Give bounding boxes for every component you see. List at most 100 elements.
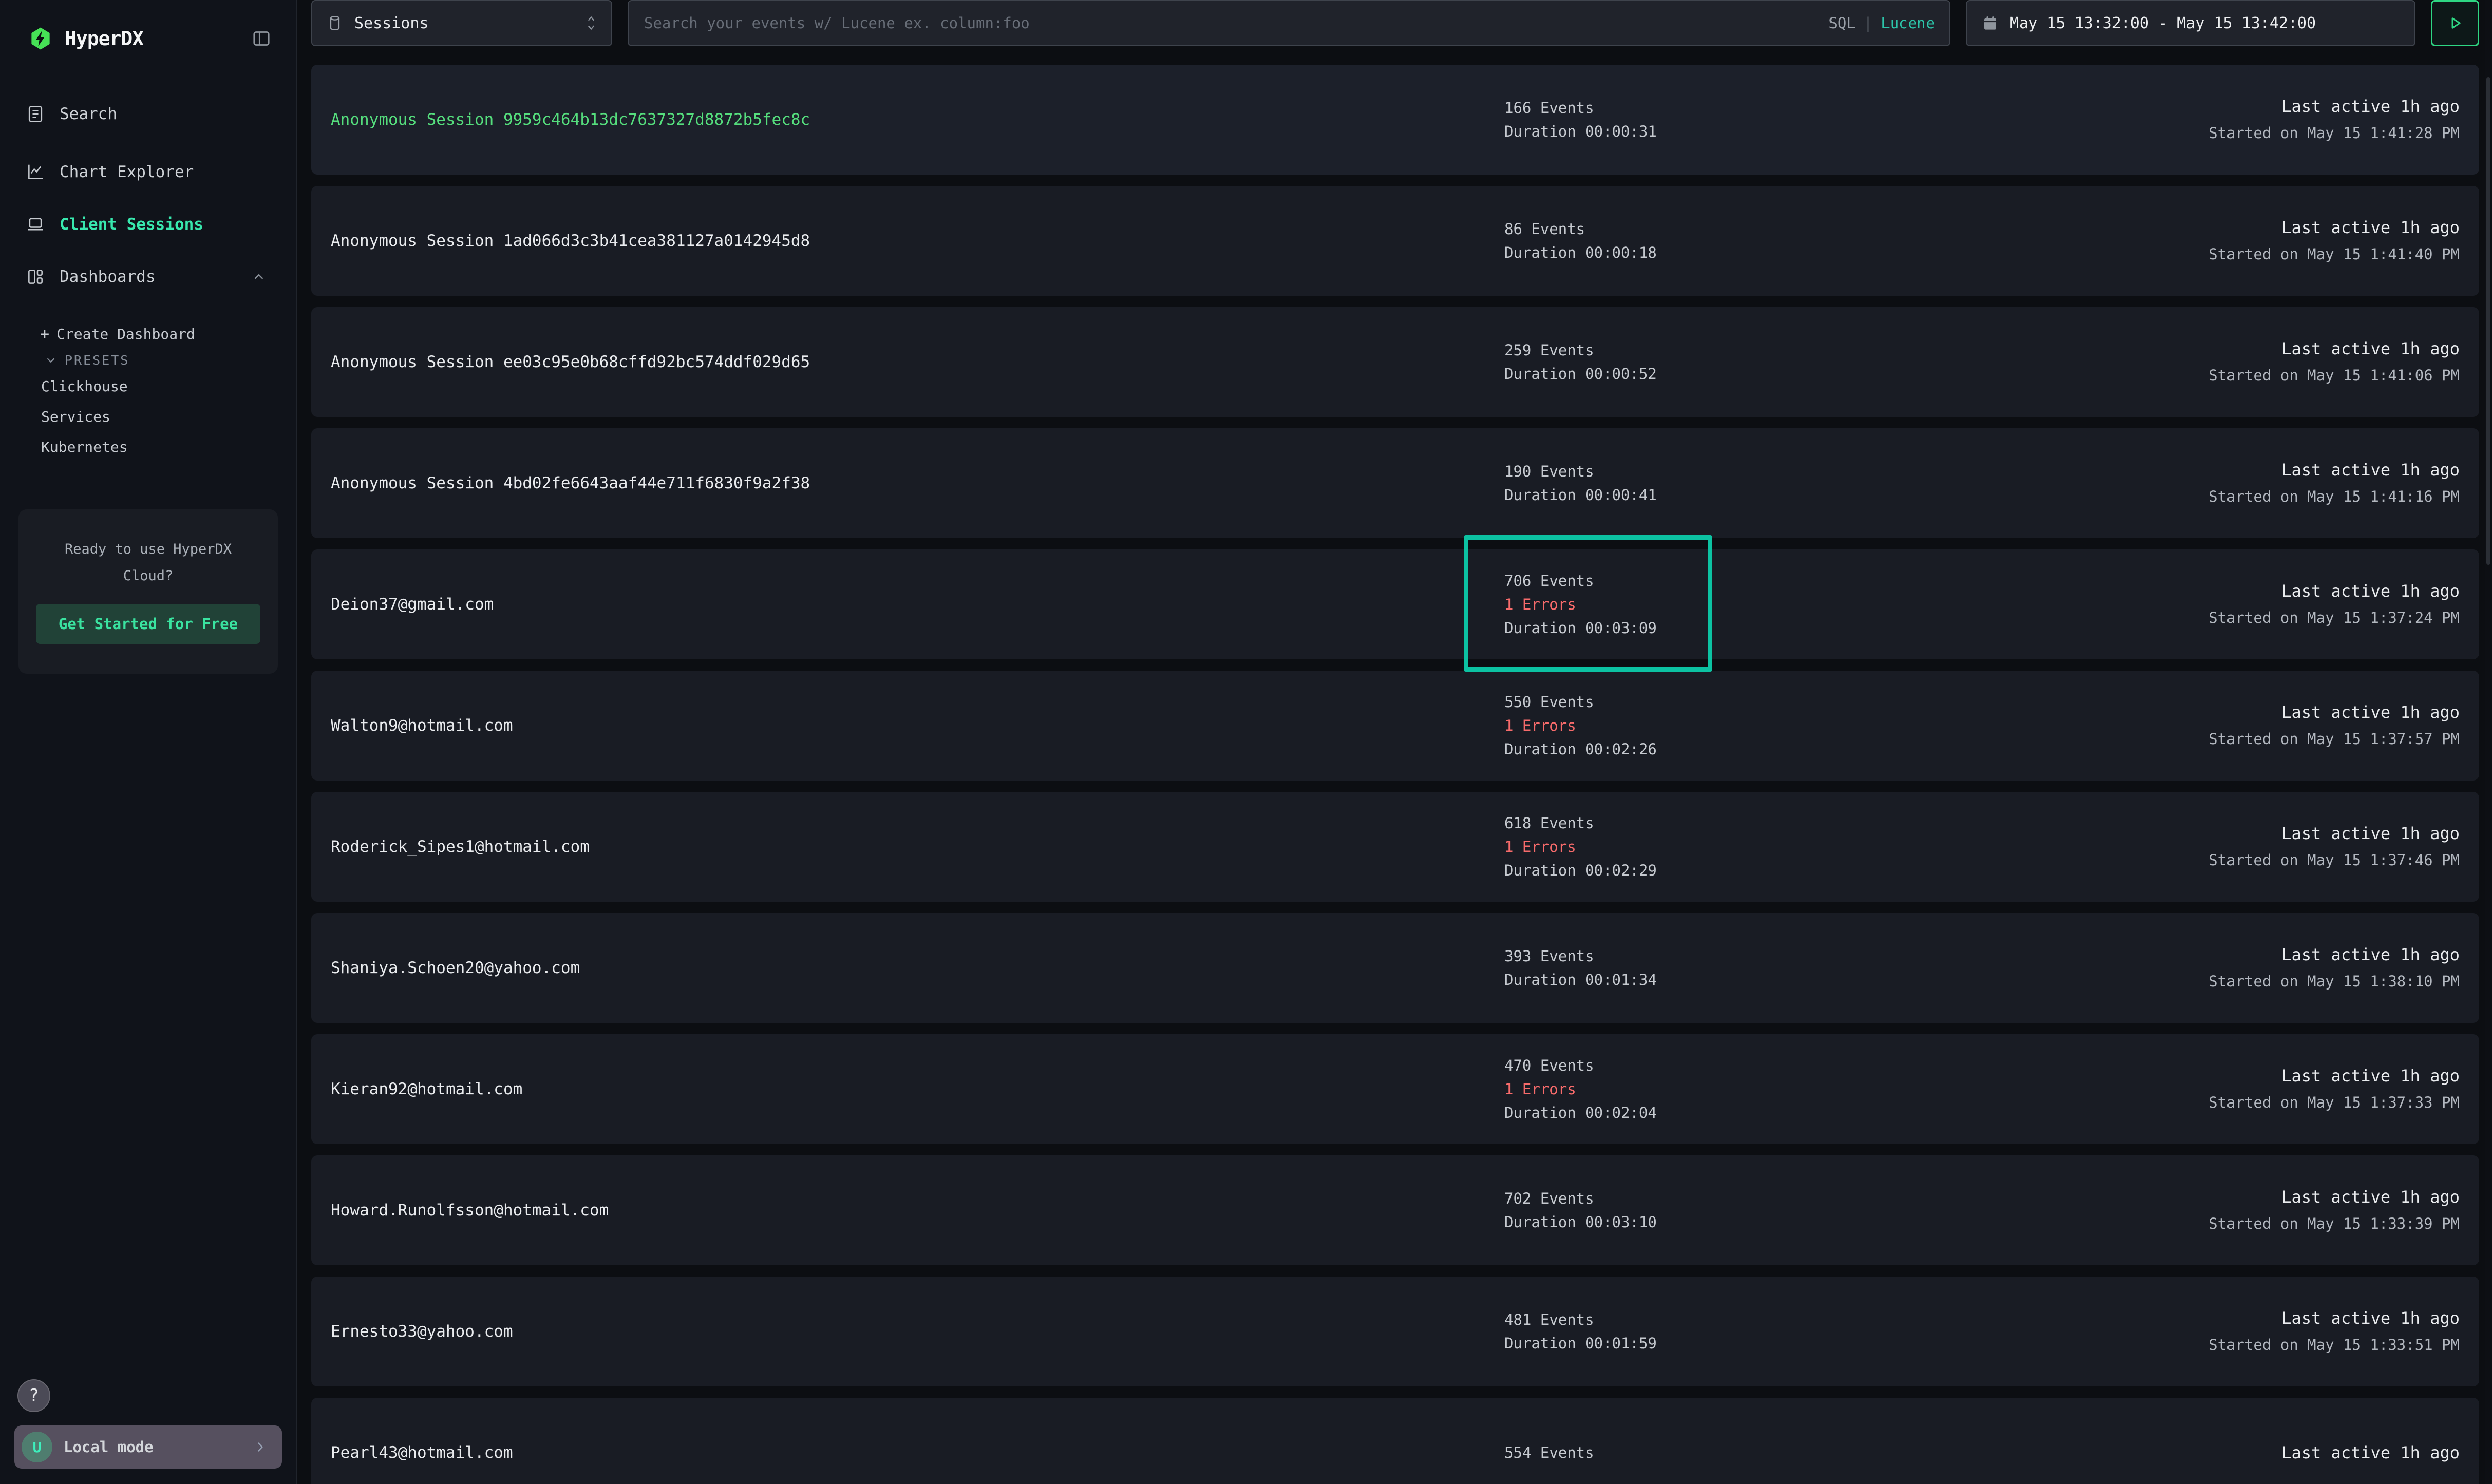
help-button[interactable]: ?	[17, 1379, 50, 1412]
time-range-input[interactable]: May 15 13:32:00 - May 15 13:42:00	[1966, 0, 2415, 46]
session-name: Walton9@hotmail.com	[331, 716, 1504, 735]
session-row[interactable]: Deion37@gmail.com 706 Events 1 Errors Du…	[311, 549, 2479, 659]
session-stats: 481 Events Duration 00:01:59	[1504, 1308, 2208, 1355]
session-times: Last active 1h ago Started on May 15 1:4…	[2208, 214, 2460, 268]
session-stats: 618 Events 1 Errors Duration 00:02:29	[1504, 811, 2208, 882]
session-event-count: 86 Events	[1504, 217, 2208, 241]
create-dashboard-label: Create Dashboard	[56, 326, 195, 343]
hyperdx-logo-icon	[29, 27, 52, 50]
create-dashboard-button[interactable]: + Create Dashboard	[0, 319, 296, 349]
session-event-count: 554 Events	[1504, 1441, 2281, 1464]
presets-toggle[interactable]: PRESETS	[0, 349, 296, 371]
sidebar-item-kubernetes[interactable]: Kubernetes	[0, 432, 296, 462]
sidebar-item-client-sessions[interactable]: Client Sessions	[0, 210, 296, 239]
session-last-active: Last active 1h ago	[2208, 335, 2460, 362]
dashboards-subnav: + Create Dashboard PRESETS Clickhouse Se…	[0, 306, 296, 462]
session-stats: 550 Events 1 Errors Duration 00:02:26	[1504, 690, 2208, 761]
session-last-active: Last active 1h ago	[2208, 1184, 2460, 1210]
sidebar-item-services[interactable]: Services	[0, 402, 296, 432]
run-query-button[interactable]	[2431, 0, 2479, 46]
session-event-count: 470 Events	[1504, 1054, 2208, 1077]
cloud-upsell-text: Ready to use HyperDX Cloud?	[36, 536, 260, 589]
session-duration: Duration 00:00:41	[1504, 483, 2208, 507]
session-row[interactable]: Anonymous Session 1ad066d3c3b41cea381127…	[311, 186, 2479, 296]
sidebar-item-chart-explorer[interactable]: Chart Explorer	[0, 158, 296, 186]
session-started: Started on May 15 1:41:40 PM	[2208, 241, 2460, 268]
session-row[interactable]: Walton9@hotmail.com 550 Events 1 Errors …	[311, 671, 2479, 781]
sidebar-item-label: Search	[60, 105, 117, 123]
scrollbar-track[interactable]	[2485, 0, 2492, 1484]
chevron-down-icon	[44, 353, 58, 367]
session-times: Last active 1h ago Started on May 15 1:3…	[2208, 1305, 2460, 1358]
session-name: Anonymous Session ee03c95e0b68cffd92bc57…	[331, 353, 1504, 371]
session-times: Last active 1h ago Started on May 15 1:3…	[2208, 941, 2460, 995]
preset-label: Clickhouse	[41, 378, 128, 395]
sidebar-bottom: ? U Local mode	[0, 1379, 296, 1484]
sidebar-item-clickhouse[interactable]: Clickhouse	[0, 371, 296, 402]
session-duration: Duration 00:02:29	[1504, 859, 2208, 882]
session-event-count: 706 Events	[1504, 569, 2208, 593]
session-stats: 470 Events 1 Errors Duration 00:02:04	[1504, 1054, 2208, 1125]
search-input[interactable]: Search your events w/ Lucene ex. column:…	[628, 0, 1950, 46]
sidebar: HyperDX Search	[0, 0, 297, 1484]
sidebar-collapse-icon[interactable]	[251, 28, 272, 49]
session-last-active: Last active 1h ago	[2208, 1305, 2460, 1331]
session-error-count: 1 Errors	[1504, 835, 2208, 859]
session-times: Last active 1h ago Started on May 15 1:3…	[2208, 1062, 2460, 1116]
session-row[interactable]: Ernesto33@yahoo.com 481 Events Duration …	[311, 1277, 2479, 1386]
database-icon	[327, 15, 343, 31]
sidebar-item-label: Dashboards	[60, 268, 156, 286]
sidebar-nav: Search Chart Explorer	[0, 100, 296, 674]
session-times: Last active 1h ago Started on May 15 1:4…	[2208, 335, 2460, 389]
session-row[interactable]: Anonymous Session ee03c95e0b68cffd92bc57…	[311, 307, 2479, 417]
session-row[interactable]: Pearl43@hotmail.com 554 Events Last acti…	[311, 1398, 2479, 1484]
session-started: Started on May 15 1:33:39 PM	[2208, 1210, 2460, 1237]
chevron-up-icon[interactable]	[251, 269, 267, 284]
session-started: Started on May 15 1:37:46 PM	[2208, 847, 2460, 873]
time-range-value: May 15 13:32:00 - May 15 13:42:00	[2010, 14, 2316, 32]
session-row[interactable]: Anonymous Session 4bd02fe6643aaf44e711f6…	[311, 428, 2479, 538]
session-started: Started on May 15 1:37:24 PM	[2208, 604, 2460, 631]
session-row[interactable]: Kieran92@hotmail.com 470 Events 1 Errors…	[311, 1034, 2479, 1144]
topbar: Sessions Search your events w/ Lucene ex…	[311, 0, 2479, 46]
session-last-active: Last active 1h ago	[2208, 1062, 2460, 1089]
session-last-active: Last active 1h ago	[2208, 699, 2460, 726]
session-name: Shaniya.Schoen20@yahoo.com	[331, 959, 1504, 977]
toggle-divider: |	[1864, 14, 1873, 32]
session-duration: Duration 00:03:10	[1504, 1210, 2208, 1234]
sidebar-item-search[interactable]: Search	[0, 100, 296, 128]
session-row[interactable]: Anonymous Session 9959c464b13dc7637327d8…	[311, 65, 2479, 175]
session-name: Deion37@gmail.com	[331, 595, 1504, 614]
local-mode-button[interactable]: U Local mode	[14, 1425, 282, 1469]
sidebar-item-label: Client Sessions	[60, 215, 203, 234]
sidebar-item-dashboards[interactable]: Dashboards	[0, 262, 296, 291]
brand-row: HyperDX	[0, 0, 296, 50]
sql-toggle[interactable]: SQL	[1828, 14, 1855, 32]
session-last-active: Last active 1h ago	[2208, 941, 2460, 968]
session-stats: 702 Events Duration 00:03:10	[1504, 1187, 2208, 1234]
session-name: Anonymous Session 4bd02fe6643aaf44e711f6…	[331, 474, 1504, 492]
lucene-toggle[interactable]: Lucene	[1881, 14, 1935, 32]
session-times: Last active 1h ago	[2281, 1439, 2460, 1466]
session-name: Roderick_Sipes1@hotmail.com	[331, 838, 1504, 856]
presets-label: PRESETS	[65, 353, 129, 368]
source-select[interactable]: Sessions	[311, 0, 612, 46]
session-last-active: Last active 1h ago	[2208, 214, 2460, 241]
get-started-button[interactable]: Get Started for Free	[36, 604, 260, 644]
session-row[interactable]: Roderick_Sipes1@hotmail.com 618 Events 1…	[311, 792, 2479, 902]
dashboard-grid-icon	[25, 267, 46, 287]
session-duration: Duration 00:01:59	[1504, 1331, 2208, 1355]
session-name: Kieran92@hotmail.com	[331, 1080, 1504, 1098]
session-row[interactable]: Shaniya.Schoen20@yahoo.com 393 Events Du…	[311, 913, 2479, 1023]
session-duration: Duration 00:01:34	[1504, 968, 2208, 992]
session-name: Anonymous Session 9959c464b13dc7637327d8…	[331, 110, 1504, 129]
session-duration: Duration 00:00:18	[1504, 241, 2208, 264]
scrollbar-thumb[interactable]	[2486, 77, 2490, 565]
session-name: Howard.Runolfsson@hotmail.com	[331, 1201, 1504, 1220]
session-stats: 393 Events Duration 00:01:34	[1504, 944, 2208, 992]
calendar-icon	[1982, 15, 1998, 31]
session-duration: Duration 00:00:52	[1504, 362, 2208, 386]
session-last-active: Last active 1h ago	[2208, 578, 2460, 604]
session-name: Ernesto33@yahoo.com	[331, 1322, 1504, 1341]
session-row[interactable]: Howard.Runolfsson@hotmail.com 702 Events…	[311, 1155, 2479, 1265]
